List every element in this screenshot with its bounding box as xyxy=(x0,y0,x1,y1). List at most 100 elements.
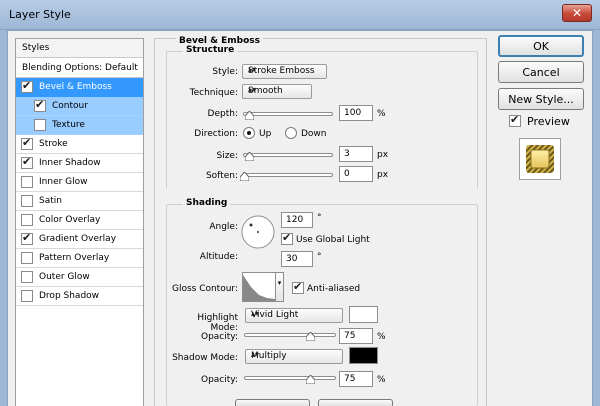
style-item-label: Gradient Overlay xyxy=(39,234,117,244)
highlight-color-swatch[interactable] xyxy=(349,306,378,323)
depth-value: 100 xyxy=(344,108,362,118)
depth-unit: % xyxy=(377,109,386,119)
highlight-opacity-label: Opacity: xyxy=(201,332,238,342)
altitude-value: 30 xyxy=(286,254,298,264)
highlight-opacity-slider-track[interactable] xyxy=(244,333,336,337)
updown-icon: ▴▾ xyxy=(251,309,260,318)
depth-slider-thumb[interactable] xyxy=(245,111,254,120)
soften-input[interactable]: 0 xyxy=(339,166,373,182)
angle-unit: ° xyxy=(317,213,322,223)
shadow-mode-label: Shadow Mode: xyxy=(172,353,238,363)
highlight-opacity-input[interactable]: 75 xyxy=(339,328,373,344)
shadow-mode-dropdown[interactable]: Multiply ▴▾ xyxy=(245,349,343,364)
size-input[interactable]: 3 xyxy=(339,146,373,162)
style-label: Style: xyxy=(212,67,238,77)
inner-shadow-checkbox[interactable] xyxy=(21,155,33,169)
style-item-label: Satin xyxy=(39,196,62,206)
drop-shadow-checkbox[interactable] xyxy=(21,290,33,302)
color-overlay-checkbox[interactable] xyxy=(21,214,33,226)
gloss-contour-dropdown-icon[interactable]: ▾ xyxy=(276,272,284,302)
cancel-button[interactable]: Cancel xyxy=(498,61,584,83)
soften-value: 0 xyxy=(344,169,350,179)
style-item-inner-shadow[interactable]: Inner Shadow xyxy=(16,154,143,173)
inner-glow-checkbox[interactable] xyxy=(21,176,33,188)
contour-checkbox[interactable] xyxy=(34,98,46,112)
style-item-bevel-emboss[interactable]: Bevel & Emboss xyxy=(16,78,143,97)
outer-glow-checkbox[interactable] xyxy=(21,271,33,283)
style-dropdown[interactable]: Stroke Emboss ▴▾ xyxy=(242,64,327,79)
ok-button[interactable]: OK xyxy=(498,35,584,57)
make-default-button[interactable] xyxy=(235,399,310,406)
preview-checkbox[interactable] xyxy=(509,113,521,127)
gloss-contour-label: Gloss Contour: xyxy=(171,284,238,294)
angle-value: 120 xyxy=(286,215,304,225)
satin-checkbox[interactable] xyxy=(21,195,33,207)
style-item-contour[interactable]: Contour xyxy=(16,97,143,116)
highlight-opacity-value: 75 xyxy=(344,331,356,341)
altitude-input[interactable]: 30 xyxy=(281,251,313,267)
highlight-opacity-slider-thumb[interactable] xyxy=(306,332,315,341)
blending-options-item[interactable]: Blending Options: Default xyxy=(16,59,143,78)
style-item-satin[interactable]: Satin xyxy=(16,192,143,211)
angle-label: Angle: xyxy=(209,222,238,232)
style-item-label: Pattern Overlay xyxy=(39,253,110,263)
styles-header-label: Styles xyxy=(22,43,50,53)
shadow-opacity-slider-thumb[interactable] xyxy=(306,375,315,384)
soften-unit: px xyxy=(377,170,389,180)
direction-up-label: Up xyxy=(259,129,272,139)
depth-input[interactable]: 100 xyxy=(339,105,373,121)
close-button[interactable]: ✕ xyxy=(562,4,592,22)
highlight-mode-dropdown[interactable]: Vivid Light ▴▾ xyxy=(245,308,343,323)
technique-dropdown[interactable]: Smooth ▴▾ xyxy=(242,84,312,99)
size-value: 3 xyxy=(344,149,350,159)
style-item-texture[interactable]: Texture xyxy=(16,116,143,135)
styles-header[interactable]: Styles xyxy=(16,39,143,58)
gloss-contour-picker[interactable] xyxy=(242,272,276,302)
style-item-label: Texture xyxy=(52,120,85,130)
style-item-gradient-overlay[interactable]: Gradient Overlay xyxy=(16,230,143,249)
size-slider-track[interactable] xyxy=(243,153,333,157)
style-item-drop-shadow[interactable]: Drop Shadow xyxy=(16,287,143,306)
direction-up-radio[interactable] xyxy=(243,127,255,139)
style-item-label: Outer Glow xyxy=(39,272,90,282)
shadow-color-swatch[interactable] xyxy=(349,347,378,364)
style-item-stroke[interactable]: Stroke xyxy=(16,135,143,154)
close-icon: ✕ xyxy=(571,6,583,20)
anti-aliased-checkbox[interactable] xyxy=(292,280,304,294)
technique-label: Technique: xyxy=(189,88,238,98)
altitude-unit: ° xyxy=(317,252,322,262)
style-item-label: Drop Shadow xyxy=(39,291,100,301)
pattern-overlay-checkbox[interactable] xyxy=(21,252,33,264)
angle-input[interactable]: 120 xyxy=(281,212,313,228)
updown-icon: ▴▾ xyxy=(248,65,257,74)
depth-slider-track[interactable] xyxy=(243,112,333,116)
angle-dial[interactable] xyxy=(241,215,275,249)
stroke-checkbox[interactable] xyxy=(21,136,33,150)
soften-slider-thumb[interactable] xyxy=(240,172,249,181)
styles-list: Styles Blending Options: Default Bevel &… xyxy=(15,38,144,406)
shading-title: Shading xyxy=(183,198,231,208)
style-item-outer-glow[interactable]: Outer Glow xyxy=(16,268,143,287)
soften-label: Soften: xyxy=(205,171,238,181)
new-style-button[interactable]: New Style... xyxy=(498,88,584,110)
shadow-opacity-input[interactable]: 75 xyxy=(339,371,373,387)
size-slider-thumb[interactable] xyxy=(245,152,254,161)
soften-slider-track[interactable] xyxy=(243,173,333,177)
bevel-emboss-checkbox[interactable] xyxy=(21,79,33,93)
reset-default-button[interactable] xyxy=(318,399,393,406)
gloss-contour-curve-icon xyxy=(243,275,275,301)
style-item-color-overlay[interactable]: Color Overlay xyxy=(16,211,143,230)
texture-checkbox[interactable] xyxy=(34,119,46,131)
style-item-pattern-overlay[interactable]: Pattern Overlay xyxy=(16,249,143,268)
style-item-inner-glow[interactable]: Inner Glow xyxy=(16,173,143,192)
depth-label: Depth: xyxy=(207,109,238,119)
direction-down-radio[interactable] xyxy=(285,127,297,139)
shadow-opacity-value: 75 xyxy=(344,374,356,384)
gradient-overlay-checkbox[interactable] xyxy=(21,231,33,245)
shadow-opacity-slider-track[interactable] xyxy=(244,376,336,380)
style-item-label: Inner Shadow xyxy=(39,158,101,168)
direction-down-label: Down xyxy=(301,129,327,139)
use-global-light-checkbox[interactable] xyxy=(281,231,293,245)
size-label: Size: xyxy=(216,151,238,161)
style-item-label: Stroke xyxy=(39,139,68,149)
